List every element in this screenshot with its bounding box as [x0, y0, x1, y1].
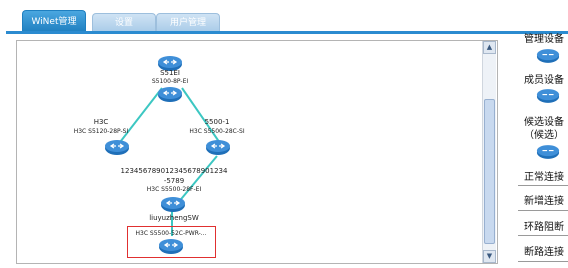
topology-canvas[interactable]: S51EI S5100-8P-EI H3C H3C S5120-28P-SI 5…: [16, 40, 498, 264]
tab-user-management[interactable]: 用户管理: [156, 13, 220, 32]
node-right-model: H3C S5500-28C-SI: [189, 128, 245, 135]
node-core-name: S51EI: [160, 69, 180, 77]
scroll-up-button[interactable]: ▲: [483, 41, 496, 54]
scroll-down-button[interactable]: ▼: [483, 250, 496, 263]
vertical-scrollbar[interactable]: ▲ ▼: [482, 41, 496, 263]
legend-broken-link-label: 断路连接: [524, 247, 564, 258]
node-mid-label: liuyuzhengSW: [149, 214, 199, 222]
node-left-name: H3C: [93, 118, 109, 126]
legend-candidate-device-sub: （候选）: [524, 130, 564, 141]
link-core-right: [181, 87, 223, 147]
tab-winet-management[interactable]: WiNet管理: [22, 10, 86, 32]
legend-member-device-label: 成员设备: [524, 75, 564, 86]
tab-settings[interactable]: 设置: [92, 13, 156, 32]
new-link-line: [518, 210, 568, 211]
member-device-icon: [536, 88, 560, 104]
switch-icon-bottom[interactable]: [158, 238, 184, 255]
node-left-model: H3C S5120-28P-SI: [73, 128, 129, 135]
candidate-device-icon: [536, 144, 560, 160]
node-core-model: S5100-8P-EI: [151, 78, 189, 85]
tab-bar: WiNet管理 设置 用户管理: [6, 10, 566, 32]
node-bottom-model: H3C S5500-52C-PWR-...: [135, 230, 207, 237]
loop-blocked-line: [518, 235, 568, 236]
broken-link-line: [518, 261, 568, 262]
legend-palette: 管理设备 成员设备 候选设备 （候选） 正常连接 新增连接 环路阻断 断路连接: [518, 28, 568, 268]
node-right-name: 5500-1: [204, 118, 230, 126]
normal-link-line: [518, 185, 568, 186]
node-mid-name-line2: -5789: [163, 177, 185, 185]
switch-icon-core-stack[interactable]: [157, 86, 183, 103]
scroll-thumb[interactable]: [484, 99, 495, 244]
legend-loop-blocked-label: 环路阻断: [524, 222, 564, 233]
switch-icon-right[interactable]: [205, 139, 231, 156]
management-device-icon: [536, 48, 560, 64]
switch-icon-mid[interactable]: [160, 196, 186, 213]
node-mid-model: H3C S5500-28F-EI: [146, 186, 202, 193]
node-mid-name: 123456789012345678901234: [120, 167, 228, 175]
switch-icon-left[interactable]: [104, 139, 130, 156]
legend-normal-link-label: 正常连接: [524, 172, 564, 183]
legend-new-link-label: 新增连接: [524, 196, 564, 207]
legend-management-device-label: 管理设备: [524, 34, 564, 45]
link-core-left: [116, 87, 163, 147]
tab-underline: [6, 31, 568, 34]
topology-links: [116, 87, 223, 236]
